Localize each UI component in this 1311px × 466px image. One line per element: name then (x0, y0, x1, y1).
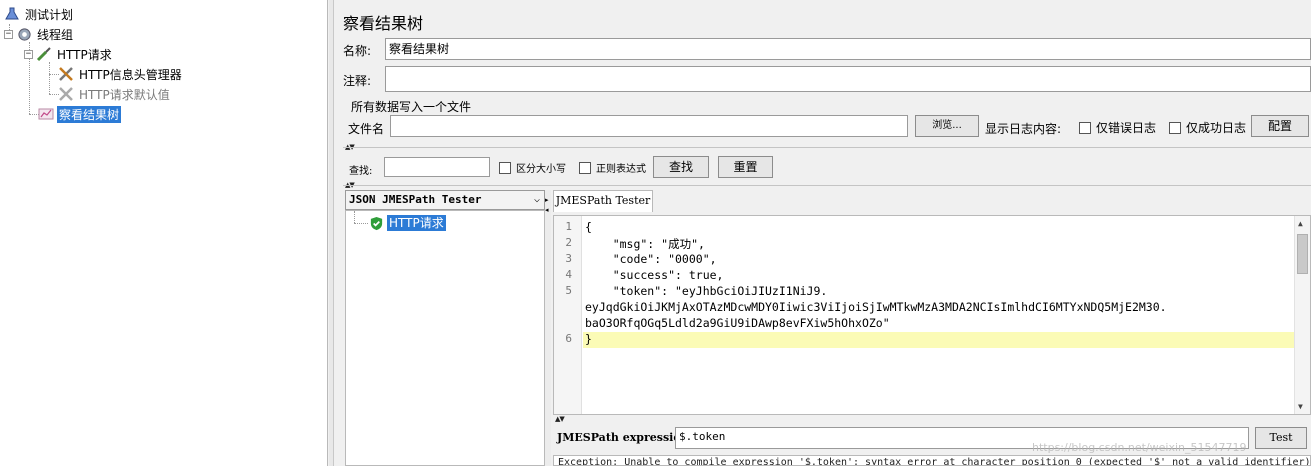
split-arrows-icon[interactable]: ▸ (545, 196, 549, 204)
wrench-screwdriver-icon (58, 86, 74, 102)
split-arrows-icon[interactable]: ◂ (545, 206, 549, 214)
tree-item-request-defaults[interactable]: HTTP请求默认值 (58, 84, 172, 104)
divider (343, 185, 1311, 186)
results-splitter[interactable]: ▸ ◂ (545, 190, 551, 466)
tree-connector (354, 223, 368, 224)
tree-item-label: HTTP请求默认值 (79, 87, 170, 102)
regex-checkbox[interactable]: 正则表达式 (579, 160, 646, 175)
checkbox-box[interactable] (579, 161, 591, 174)
current-line-highlight (583, 332, 1295, 348)
collapse-toggle-icon[interactable]: − (4, 29, 13, 39)
comment-label: 注释: (343, 74, 372, 88)
name-input[interactable]: 察看结果树 (385, 38, 1311, 60)
code-line: "msg": "成功", (585, 237, 705, 251)
expression-label: JMESPath expression (557, 431, 689, 444)
find-button[interactable]: 查找 (653, 156, 709, 178)
tree-item-header-manager[interactable]: HTTP信息头管理器 (58, 64, 184, 84)
comment-input[interactable] (385, 66, 1311, 92)
collapse-toggle-icon[interactable]: − (24, 49, 33, 59)
tree-item-label: 察看结果树 (57, 105, 122, 123)
line-number: 1 (565, 220, 572, 233)
tree-connector (49, 62, 50, 94)
scroll-up-icon[interactable]: ▲ (1298, 219, 1303, 228)
test-button[interactable]: Test (1255, 427, 1307, 449)
chart-icon (38, 106, 54, 122)
regex-label: 正则表达式 (596, 164, 646, 175)
tree-item-label: 测试计划 (25, 7, 74, 22)
filename-label: 文件名 (348, 122, 385, 136)
watermark: https://blog.csdn.net/weixin_51547719 (1032, 441, 1247, 454)
code-line: } (585, 332, 592, 346)
code-line: { (585, 220, 592, 234)
configure-button[interactable]: 配置 (1251, 115, 1309, 137)
tab-jmespath-tester[interactable]: JMESPath Tester (553, 190, 653, 212)
checkbox-box[interactable] (499, 161, 511, 174)
tree-item-label: HTTP请求 (57, 47, 112, 62)
line-number: 5 (565, 284, 572, 297)
case-sensitive-checkbox[interactable]: 区分大小写 (499, 160, 566, 175)
checkbox-box[interactable] (1169, 121, 1181, 134)
result-item-label: HTTP请求 (387, 215, 446, 231)
result-output: Exception: Unable to compile expression … (553, 455, 1311, 466)
panel-splitter[interactable] (329, 0, 334, 466)
test-plan-tree: 测试计划 − 线程组 − HTTP请求 HTTP信息头管理器 HTTP请求默认值… (0, 0, 328, 466)
tree-item-test-plan[interactable]: 测试计划 (4, 4, 75, 24)
renderer-selected: JSON JMESPath Tester (349, 193, 482, 206)
reset-button[interactable]: 重置 (718, 156, 773, 178)
editor-scrollbar[interactable]: ▲ ▼ (1294, 216, 1310, 414)
line-number: 2 (565, 236, 572, 249)
line-number: 4 (565, 268, 572, 281)
line-gutter: 1 2 3 4 5 6 (554, 216, 582, 414)
case-sensitive-label: 区分大小写 (516, 164, 566, 175)
log-display-label: 显示日志内容: (985, 122, 1062, 136)
chevron-down-icon[interactable]: ⌵ (534, 191, 540, 209)
success-only-label: 仅成功日志 (1186, 121, 1247, 135)
line-number: 3 (565, 252, 572, 265)
divider (343, 147, 1311, 148)
code-line: eyJqdGkiOiJKMjAxOTAzMDcwMDY0Iiwic3ViIjoi… (585, 300, 1167, 314)
code-line: "code": "0000", (585, 252, 717, 266)
tree-item-thread-group[interactable]: − 线程组 (4, 24, 75, 44)
name-label: 名称: (343, 44, 372, 58)
split-arrows-icon[interactable]: ▲▼ (555, 415, 565, 423)
panel-title: 察看结果树 (343, 14, 424, 33)
result-item[interactable]: HTTP请求 (368, 215, 446, 231)
wrench-screwdriver-icon (58, 66, 74, 82)
success-only-checkbox[interactable]: 仅成功日志 (1169, 119, 1246, 136)
search-label: 查找: (349, 166, 373, 177)
tree-item-label: 线程组 (37, 27, 74, 42)
search-input[interactable] (384, 157, 490, 177)
code-line: baO3ORfqOGq5Ldld2a9GiU9iDAwp8evFXiw5hOhx… (585, 316, 890, 330)
tree-item-view-results-tree[interactable]: 察看结果树 (38, 104, 122, 124)
browse-button[interactable]: 浏览... (915, 115, 979, 137)
response-editor[interactable]: 1 2 3 4 5 6 { "msg": "成功", "code": "0000… (553, 215, 1311, 415)
errors-only-checkbox[interactable]: 仅错误日志 (1079, 119, 1156, 136)
filename-input[interactable] (390, 115, 908, 137)
scroll-down-icon[interactable]: ▼ (1298, 402, 1303, 411)
view-results-tree-panel: 察看结果树 名称: 察看结果树 注释: 所有数据写入一个文件 文件名 浏览...… (335, 0, 1311, 466)
checkbox-box[interactable] (1079, 121, 1091, 134)
tree-item-label: HTTP信息头管理器 (79, 67, 182, 82)
code-line: "token": "eyJhbGciOiJIUzI1NiJ9. (585, 284, 828, 298)
tree-connector (354, 211, 355, 223)
sample-result-tree: HTTP请求 (345, 210, 545, 466)
file-group-title: 所有数据写入一个文件 (349, 98, 474, 115)
code-line: "success": true, (585, 268, 724, 282)
line-number: 6 (565, 332, 572, 345)
scroll-thumb[interactable] (1297, 234, 1308, 274)
flask-icon (4, 6, 20, 22)
success-shield-icon (368, 215, 384, 231)
tree-item-http-request[interactable]: − HTTP请求 (24, 44, 114, 64)
errors-only-label: 仅错误日志 (1096, 121, 1157, 135)
pipette-icon (36, 46, 52, 62)
renderer-select[interactable]: JSON JMESPath Tester ⌵ (345, 190, 545, 210)
gear-icon (16, 26, 32, 42)
